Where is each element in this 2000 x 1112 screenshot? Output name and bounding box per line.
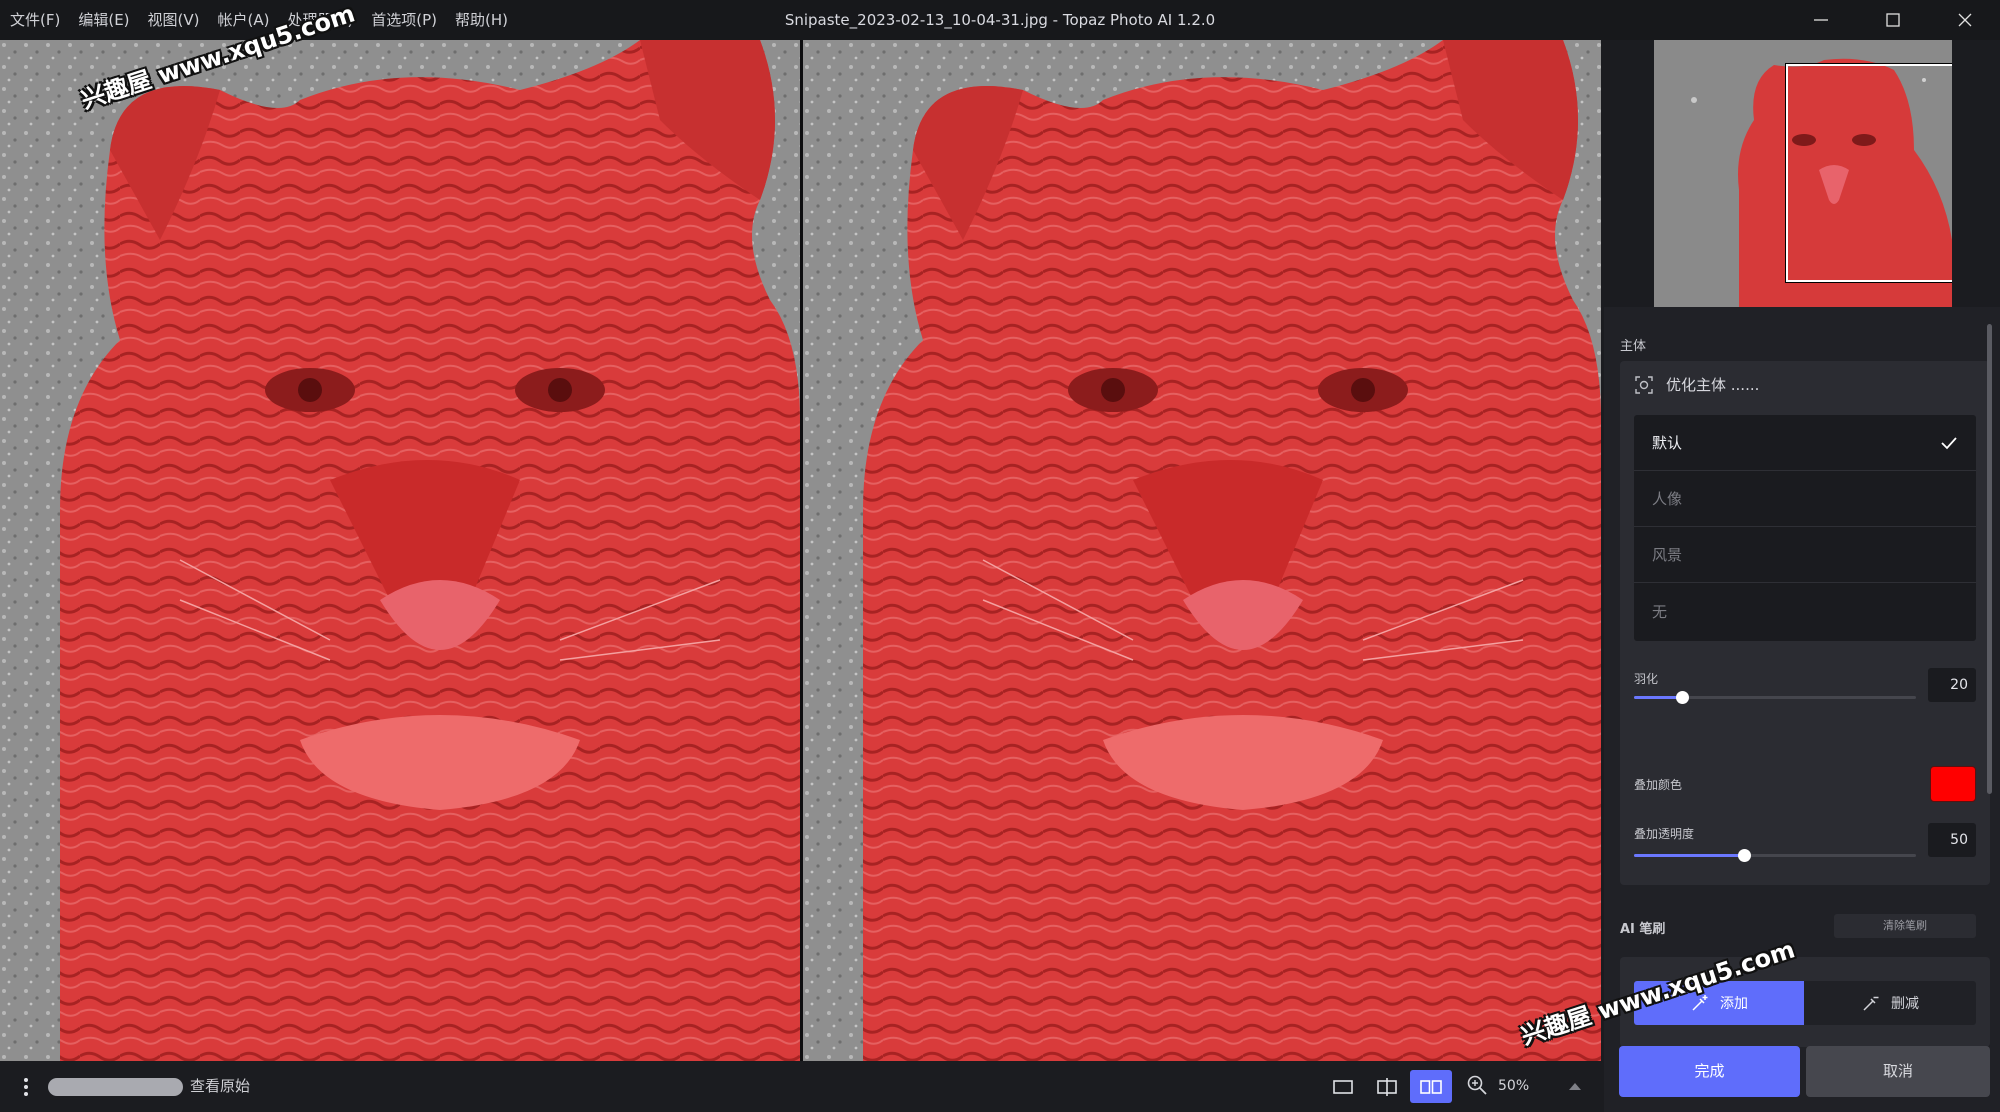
- refine-subject-icon: [1635, 375, 1653, 394]
- brush-subtract-button[interactable]: 删减: [1804, 981, 1976, 1025]
- menu-preferences[interactable]: 首选项(P): [362, 0, 446, 40]
- option-default-label: 默认: [1652, 434, 1683, 452]
- overlay-color-label: 叠加颜色: [1634, 778, 1683, 792]
- zoom-level[interactable]: 50%: [1498, 1061, 1529, 1112]
- ai-brush-header: AI 笔刷 清除笔刷: [1620, 912, 1990, 940]
- brush-subtract-label: 删减: [1891, 996, 1919, 1012]
- refine-subject-row[interactable]: 优化主体 ......: [1634, 374, 1759, 395]
- tiger-image-original: [0, 40, 800, 1061]
- caret-up-icon[interactable]: [1568, 1081, 1582, 1091]
- option-portrait-label: 人像: [1652, 490, 1683, 508]
- bottom-toolbar: 查看原始 50%: [0, 1061, 1604, 1112]
- split-view-icon: [1377, 1077, 1397, 1096]
- window-title: Snipaste_2023-02-13_10-04-31.jpg - Topaz…: [784, 11, 1216, 29]
- navigator-thumbnail[interactable]: [1654, 40, 1952, 307]
- zoom-icon[interactable]: [1466, 1074, 1488, 1096]
- minimize-icon: [1814, 19, 1828, 21]
- tiger-image-preview: [803, 40, 1601, 1061]
- menu-help[interactable]: 帮助(H): [446, 0, 517, 40]
- overlay-opacity-value-input[interactable]: 50: [1928, 823, 1976, 857]
- panel-scrollbar[interactable]: [1987, 324, 1992, 794]
- overlay-opacity-label: 叠加透明度: [1634, 827, 1695, 841]
- feather-slider-handle[interactable]: [1675, 691, 1689, 704]
- ai-brush-title: AI 笔刷: [1620, 922, 1666, 937]
- preview-image-pane[interactable]: [803, 40, 1601, 1061]
- option-none-label: 无: [1652, 602, 1668, 621]
- maximize-button[interactable]: [1858, 0, 1928, 40]
- overlay-opacity-slider-handle[interactable]: [1737, 849, 1751, 862]
- overlay-opacity-slider-fill: [1634, 854, 1744, 857]
- single-view-button[interactable]: [1322, 1070, 1364, 1103]
- view-original-label: 查看原始: [190, 1077, 251, 1095]
- overlay-color-swatch[interactable]: [1930, 766, 1976, 802]
- subject-mode-list: 默认 人像 风景 无: [1634, 415, 1976, 641]
- navigator-viewport-frame[interactable]: [1786, 64, 1952, 282]
- clear-brush-button[interactable]: 清除笔刷: [1834, 914, 1976, 938]
- brush-add-label: 添加: [1720, 996, 1748, 1012]
- original-image-pane[interactable]: [0, 40, 800, 1061]
- minimize-button[interactable]: [1786, 0, 1856, 40]
- more-vertical-icon: [24, 1077, 28, 1096]
- menu-file[interactable]: 文件(F): [6, 0, 69, 40]
- overlay-opacity-slider[interactable]: [1634, 849, 1916, 862]
- menu-view[interactable]: 视图(V): [139, 0, 209, 40]
- maximize-icon: [1886, 13, 1900, 27]
- option-portrait[interactable]: 人像: [1634, 471, 1976, 527]
- feather-value-input[interactable]: 20: [1928, 668, 1976, 702]
- single-view-icon: [1333, 1079, 1353, 1094]
- refine-subject-label: 优化主体 ......: [1666, 376, 1760, 394]
- check-icon: [1941, 436, 1957, 449]
- view-mode-group: [1322, 1070, 1452, 1103]
- close-button[interactable]: [1930, 0, 2000, 40]
- subject-card: 优化主体 ...... 默认 人像 风景 无 羽化 20 叠加颜色 叠加透明度: [1620, 361, 1990, 885]
- brush-subtract-icon: [1863, 996, 1879, 1011]
- option-landscape-label: 风景: [1652, 546, 1683, 564]
- option-landscape[interactable]: 风景: [1634, 527, 1976, 583]
- menu-edit[interactable]: 编辑(E): [69, 0, 138, 40]
- feather-slider[interactable]: [1634, 691, 1916, 704]
- feather-label: 羽化: [1634, 672, 1659, 686]
- side-by-side-view-icon: [1420, 1079, 1442, 1094]
- option-default[interactable]: 默认: [1634, 415, 1976, 471]
- feather-slider-fill: [1634, 696, 1682, 699]
- option-none[interactable]: 无: [1634, 583, 1976, 639]
- side-by-side-view-button[interactable]: [1410, 1070, 1452, 1103]
- navigator[interactable]: [1604, 40, 2000, 307]
- split-view-button[interactable]: [1366, 1070, 1408, 1103]
- subject-section-title: 主体: [1620, 339, 1647, 354]
- done-button[interactable]: 完成: [1619, 1046, 1800, 1097]
- cancel-button[interactable]: 取消: [1806, 1046, 1990, 1097]
- view-original-toggle[interactable]: [48, 1078, 183, 1096]
- side-panel: 主体 优化主体 ...... 默认 人像 风景 无 羽化 20 叠加颜色 叠加透…: [1604, 40, 2000, 1112]
- close-icon: [1958, 13, 1972, 27]
- more-options-button[interactable]: [12, 1071, 40, 1102]
